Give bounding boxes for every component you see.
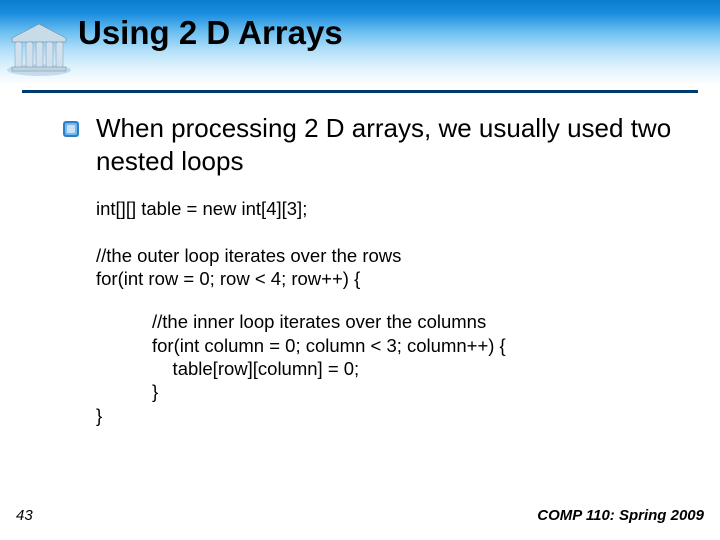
page-title: Using 2 D Arrays <box>78 14 343 52</box>
bullet-item: When processing 2 D arrays, we usually u… <box>62 112 690 177</box>
code-inner-comment: //the inner loop iterates over the colum… <box>152 310 690 333</box>
code-inner-body: table[row][column] = 0; <box>152 357 690 380</box>
bullet-text: When processing 2 D arrays, we usually u… <box>96 112 690 177</box>
bullet-icon <box>62 120 80 138</box>
code-inner-close: } <box>152 380 690 403</box>
horizontal-rule <box>22 90 698 93</box>
code-declaration: int[][] table = new int[4][3]; <box>96 197 690 220</box>
slide-content: When processing 2 D arrays, we usually u… <box>62 112 690 427</box>
code-inner-for: for(int column = 0; column < 3; column++… <box>152 334 690 357</box>
code-outer-comment: //the outer loop iterates over the rows <box>96 244 690 267</box>
code-outer-for: for(int row = 0; row < 4; row++) { <box>96 267 690 290</box>
code-outer-close: } <box>96 405 690 427</box>
slide-number: 43 <box>16 507 33 524</box>
logo-icon <box>4 18 74 78</box>
footer-text: COMP 110: Spring 2009 <box>537 507 704 524</box>
